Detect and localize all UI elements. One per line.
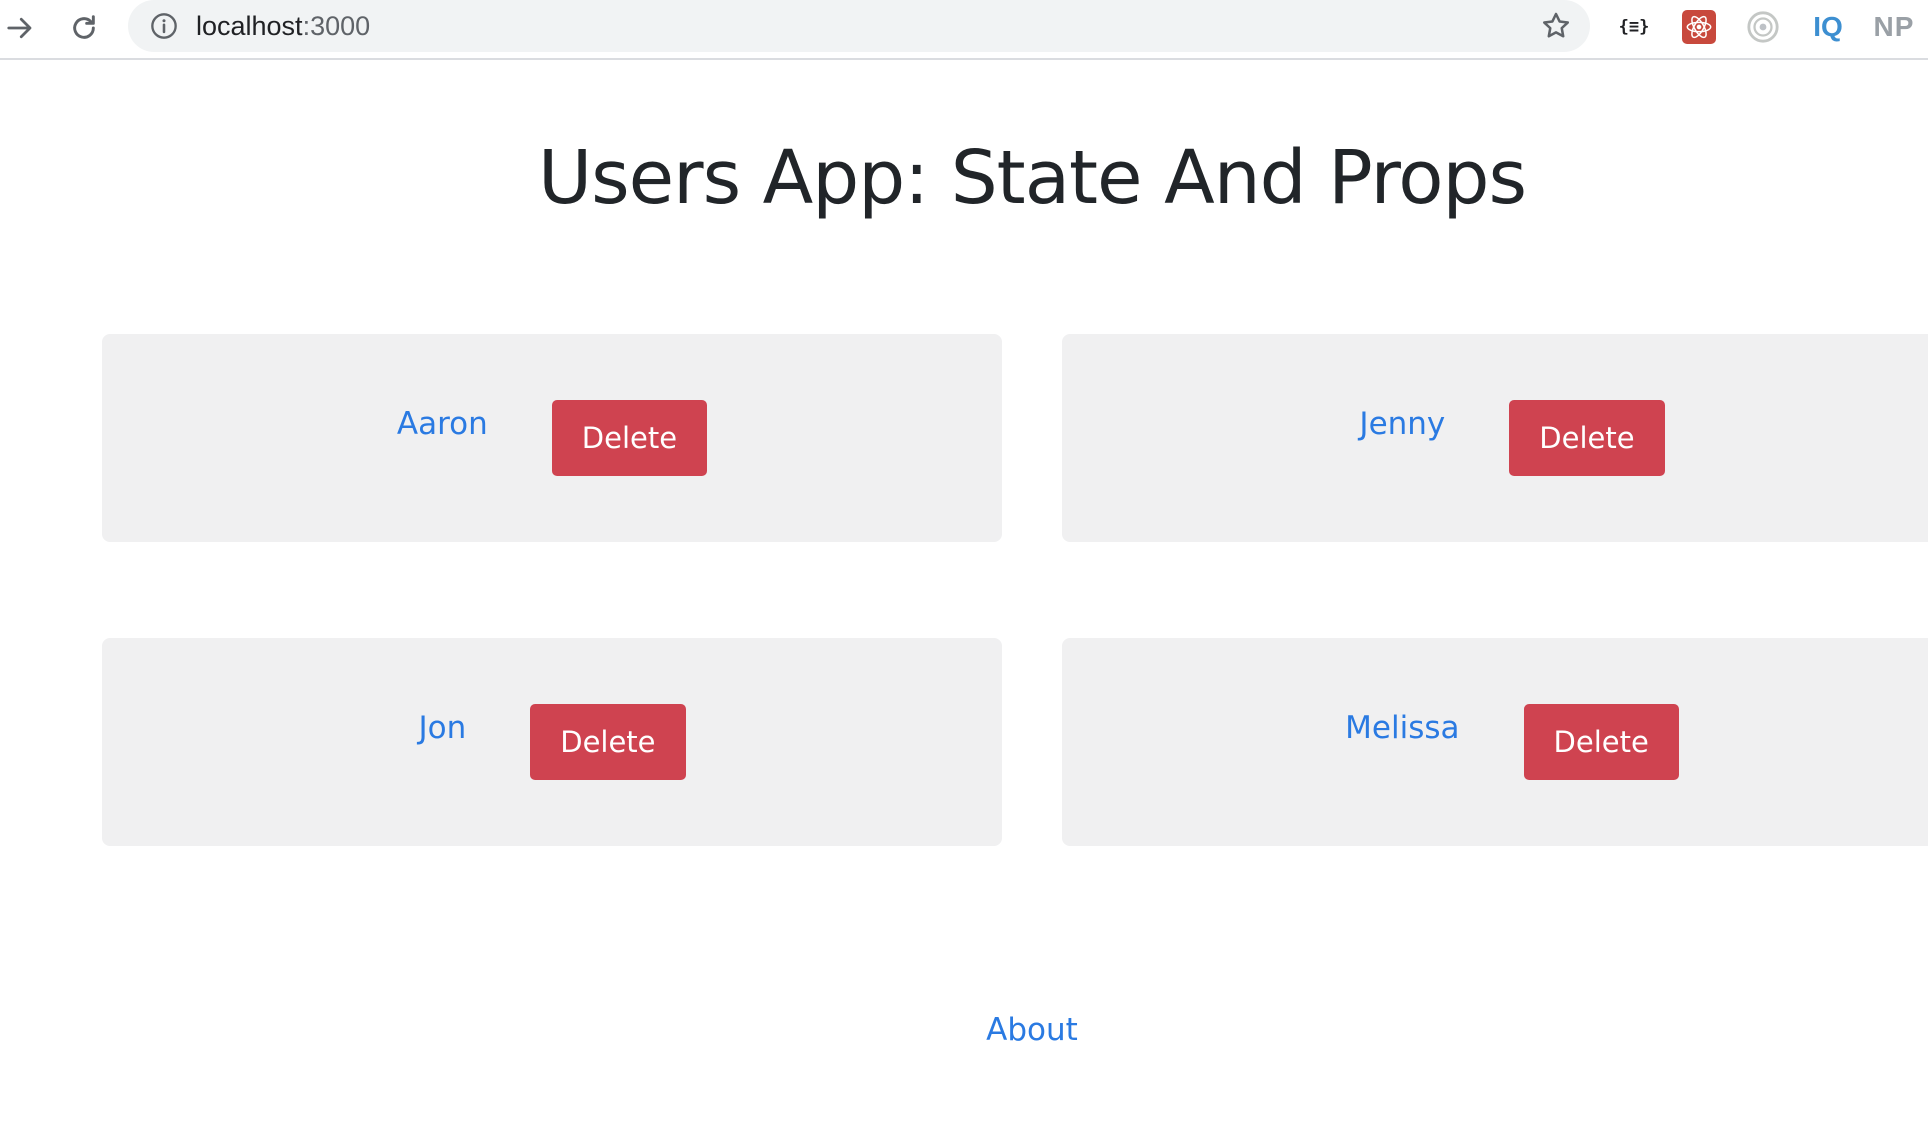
user-card: Melissa Delete [1062, 638, 1928, 846]
react-devtools-extension-icon[interactable] [1682, 10, 1716, 44]
url-text: localhost:3000 [196, 9, 370, 43]
url-host: localhost [196, 11, 303, 41]
user-card: Jenny Delete [1062, 334, 1928, 542]
delete-button[interactable]: Delete [530, 704, 686, 780]
address-bar[interactable]: localhost:3000 [128, 0, 1590, 52]
user-name-link[interactable]: Melissa [1345, 708, 1459, 748]
np-extension-icon[interactable]: NP [1870, 8, 1918, 46]
user-name-link[interactable]: Aaron [397, 404, 488, 444]
delete-button[interactable]: Delete [1523, 704, 1679, 780]
np-extension-label: NP [1873, 11, 1915, 42]
reload-icon [68, 12, 100, 44]
browser-toolbar: localhost:3000 {≡} IQ NP [0, 0, 1928, 60]
json-viewer-extension-icon[interactable]: {≡} [1612, 8, 1656, 46]
page-title: Users App: State And Props [537, 135, 1527, 221]
json-viewer-label: {≡} [1618, 17, 1650, 37]
iq-extension-label: IQ [1813, 11, 1843, 42]
bookmark-star-icon[interactable] [1540, 10, 1572, 42]
url-port: :3000 [302, 11, 371, 41]
delete-button[interactable]: Delete [551, 400, 708, 476]
info-icon[interactable] [150, 12, 178, 40]
about-link[interactable]: About [986, 1012, 1078, 1048]
reload-button[interactable] [64, 8, 104, 48]
iq-extension-icon[interactable]: IQ [1808, 8, 1848, 46]
user-name-link[interactable]: Jenny [1359, 404, 1445, 444]
user-name-link[interactable]: Jon [418, 708, 466, 748]
delete-button[interactable]: Delete [1509, 400, 1665, 476]
target-extension-icon[interactable] [1744, 8, 1782, 46]
forward-button[interactable] [0, 8, 40, 48]
arrow-right-icon [5, 13, 35, 43]
user-card: Jon Delete [102, 638, 1002, 846]
user-card: Aaron Delete [102, 334, 1002, 542]
about-link-container: About [0, 1010, 1928, 1050]
